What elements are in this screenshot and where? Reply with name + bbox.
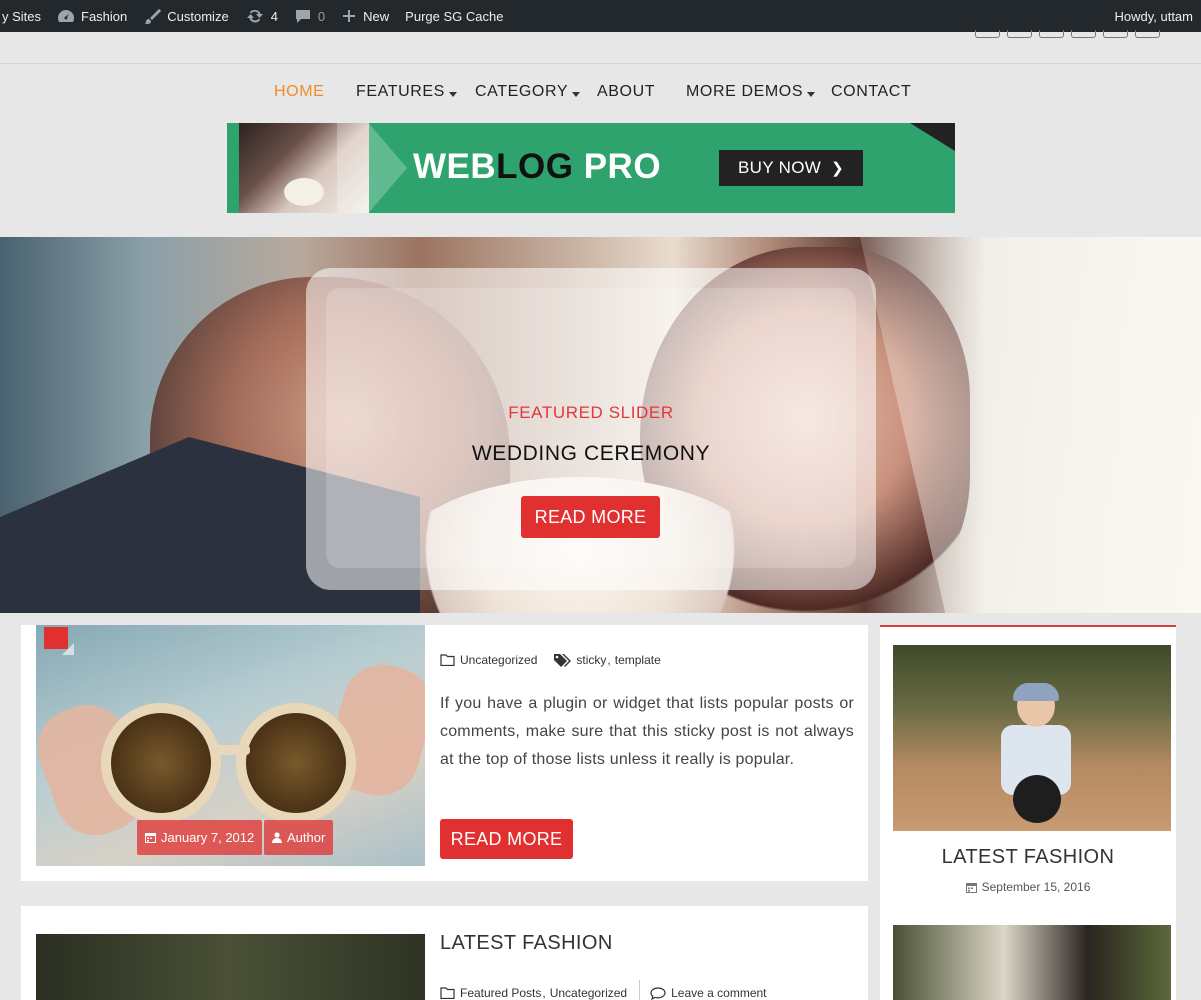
brush-icon [144,9,162,24]
sidebar-post-image[interactable] [893,645,1171,831]
thumbnail-lens [101,703,221,823]
banner-corner-shape [910,123,955,151]
account-menu[interactable]: Howdy, uttam [1106,0,1201,32]
post-title[interactable]: LATEST FASHION [440,932,613,955]
sticky-flag-icon [44,627,68,649]
slider-category[interactable]: FEATURED SLIDER [306,403,876,423]
new-content-link[interactable]: New [333,0,397,32]
chevron-down-icon [448,92,457,97]
chevron-down-icon [572,92,581,97]
sidebar-post-image[interactable] [893,925,1171,1000]
post-meta: Uncategorized sticky, template [440,653,661,667]
meta-divider [639,980,641,1000]
admin-bar: y Sites Fashion Customize 4 0 New Purge … [0,0,1201,32]
post-category-link[interactable]: Uncategorized [460,653,537,667]
post-read-more-button[interactable]: READ MORE [440,819,573,859]
thumbnail-bridge [214,745,250,755]
image-child-cap [1013,683,1059,701]
dashboard-icon [58,10,75,22]
buy-now-button[interactable]: BUY NOW ❯ [719,150,863,186]
social-icon[interactable] [1103,30,1128,38]
chevron-down-icon [807,92,816,97]
tags-icon [554,654,572,667]
sidebar-post-title[interactable]: LATEST FASHION [880,846,1176,869]
chevron-right-icon: ❯ [831,160,844,177]
post-meta: Featured Posts, Uncategorized Leave a co… [440,980,767,1000]
user-icon [272,832,282,843]
post-thumbnail[interactable]: January 7, 2012 Author [36,625,425,866]
social-links [975,30,1160,38]
social-icon[interactable] [975,30,1000,38]
post-tag-link[interactable]: template [615,653,661,667]
nav-more-demos[interactable]: MORE DEMOS [686,83,816,101]
purge-cache-link[interactable]: Purge SG Cache [397,0,511,32]
sidebar-post-date: September 15, 2016 [880,880,1176,894]
calendar-icon [145,833,156,843]
post-thumbnail[interactable] [36,934,425,1000]
banner-chevron-shape [337,123,407,213]
promo-banner[interactable]: WEBLOG PRO BUY NOW ❯ [227,123,955,213]
folder-icon [440,654,455,666]
social-icon[interactable] [1039,30,1064,38]
post-excerpt: If you have a plugin or widget that list… [440,695,854,768]
social-icon[interactable] [1007,30,1032,38]
comment-icon [650,986,666,1000]
slider-caption-box: FEATURED SLIDER WEDDING CEREMONY READ MO… [306,268,876,590]
post-category-link[interactable]: Uncategorized [550,986,627,1000]
site-name-link[interactable]: Fashion [49,0,135,32]
nav-category[interactable]: CATEGORY [475,83,581,101]
post-date-badge[interactable]: January 7, 2012 [137,820,263,855]
my-sites-link[interactable]: y Sites [0,0,49,32]
nav-about[interactable]: ABOUT [597,83,655,101]
image-ball [1013,775,1061,823]
folder-icon [440,987,455,999]
slider-read-more-button[interactable]: READ MORE [521,496,660,538]
customize-link[interactable]: Customize [135,0,236,32]
banner-title: WEBLOG PRO [413,147,662,186]
leave-comment-link[interactable]: Leave a comment [671,986,766,1000]
plus-icon [343,10,356,22]
social-icon[interactable] [1071,30,1096,38]
social-icon[interactable] [1135,30,1160,38]
post-author-badge[interactable]: Author [264,820,334,855]
slider-title[interactable]: WEDDING CEREMONY [306,442,876,466]
main-navigation: HOME FEATURES CATEGORY ABOUT MORE DEMOS … [0,64,1201,120]
post-card: January 7, 2012 Author Uncategorized sti… [21,625,868,881]
post-category-link[interactable]: Featured Posts [460,986,541,1000]
updates-link[interactable]: 4 [237,0,286,32]
header-top [0,30,1201,64]
sidebar-widget: LATEST FASHION September 15, 2016 [880,625,1176,1000]
post-tag-link[interactable]: sticky [576,653,606,667]
comments-link[interactable]: 0 [286,0,333,32]
featured-slider: FEATURED SLIDER WEDDING CEREMONY READ MO… [0,237,1201,613]
comment-icon [295,10,310,23]
nav-home[interactable]: HOME [274,83,324,101]
updates-icon [246,9,263,23]
nav-features[interactable]: FEATURES [356,83,457,101]
thumbnail-lens [236,703,356,823]
post-card: LATEST FASHION Featured Posts, Uncategor… [21,906,868,1000]
nav-contact[interactable]: CONTACT [831,83,911,101]
calendar-icon [965,882,977,893]
